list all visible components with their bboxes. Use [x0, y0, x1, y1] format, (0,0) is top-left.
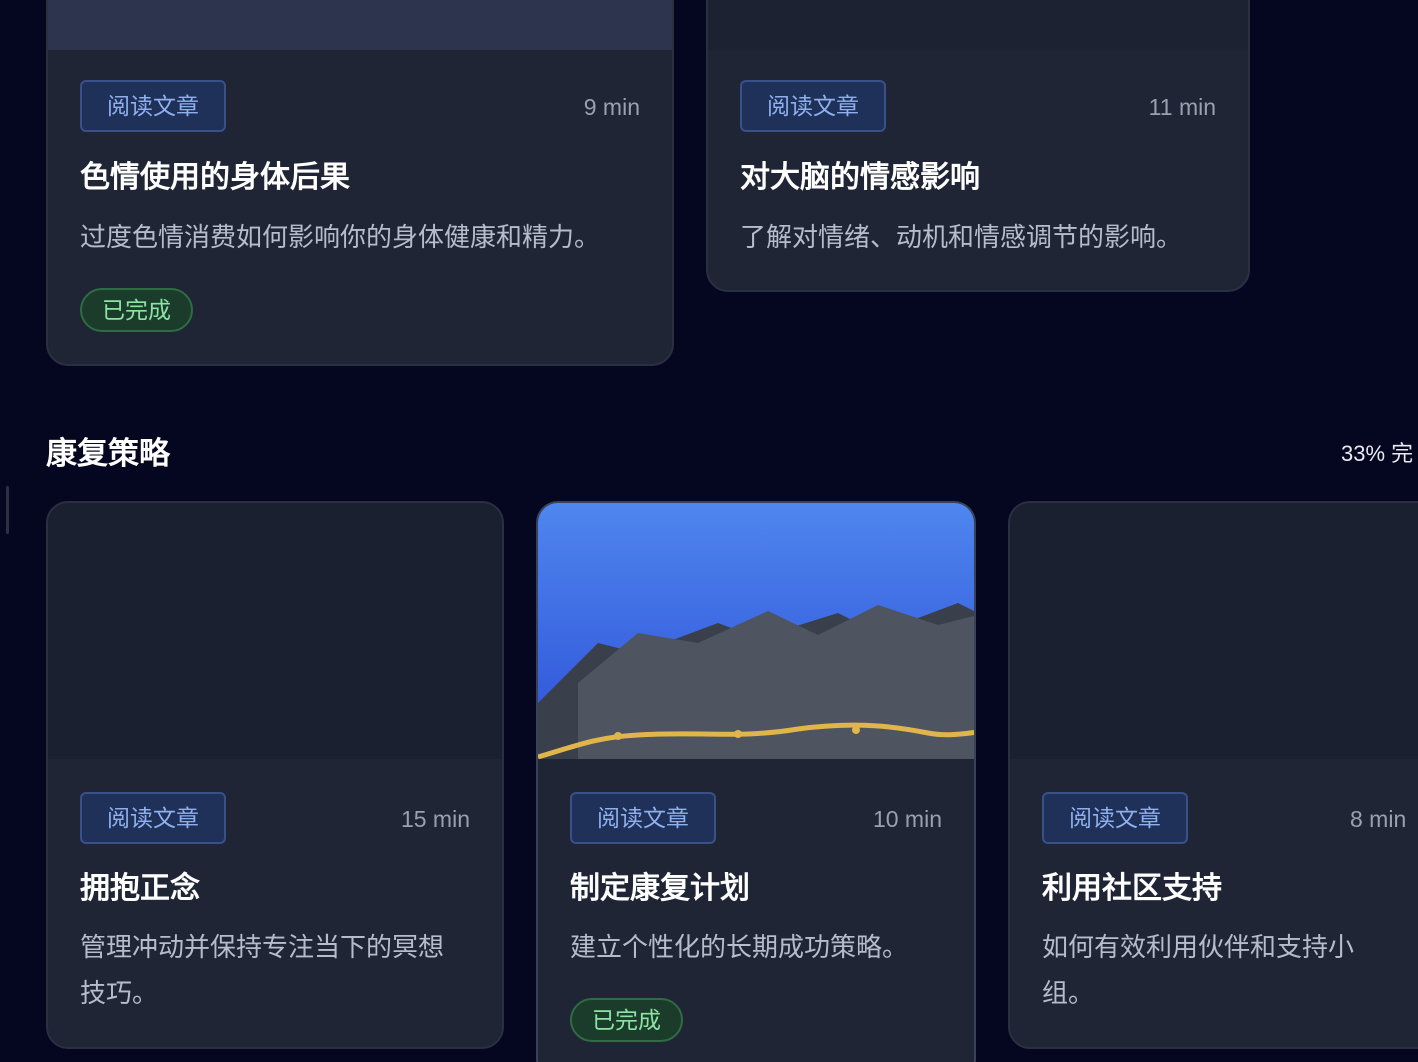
article-card[interactable]: 阅读文章 9 min 色情使用的身体后果 过度色情消费如何影响你的身体健康和精力… [46, 0, 674, 366]
section-progress: 33% 完 [1341, 441, 1414, 466]
reading-duration: 9 min [583, 94, 640, 120]
scrollbar-handle[interactable] [6, 486, 9, 534]
content-type-tag: 阅读文章 [1042, 792, 1188, 844]
article-card[interactable]: 阅读文章 10 min 制定康复计划 建立个性化的长期成功策略。 已完成 [536, 501, 976, 1062]
article-thumbnail [538, 503, 974, 759]
article-thumbnail [1010, 503, 1418, 759]
content-type-tag: 阅读文章 [80, 80, 226, 132]
milestone-dot [734, 730, 742, 738]
article-title: 色情使用的身体后果 [80, 161, 350, 194]
article-description: 管理冲动并保持专注当下的冥想技巧。 [80, 932, 445, 1008]
article-thumbnail [48, 503, 502, 759]
content-type-tag: 阅读文章 [570, 792, 716, 844]
content-type-tag: 阅读文章 [740, 80, 886, 132]
article-thumbnail [48, 0, 672, 50]
completed-badge: 已完成 [80, 288, 193, 332]
article-description: 建立个性化的长期成功策略。 [570, 932, 909, 962]
page: 阅读文章 9 min 色情使用的身体后果 过度色情消费如何影响你的身体健康和精力… [0, 0, 1418, 1062]
reading-duration: 8 min [1350, 806, 1407, 832]
article-title: 对大脑的情感影响 [740, 161, 980, 194]
article-title: 利用社区支持 [1042, 872, 1222, 905]
section-title: 康复策略 [46, 436, 170, 471]
reading-duration: 10 min [872, 806, 942, 832]
article-title: 拥抱正念 [80, 872, 200, 905]
article-description: 如何有效利用伙伴和支持小组。 [1042, 932, 1355, 1008]
article-description: 了解对情绪、动机和情感调节的影响。 [740, 222, 1183, 252]
mountain-illustration [538, 503, 974, 759]
article-card[interactable]: 阅读文章 11 min 对大脑的情感影响 了解对情绪、动机和情感调节的影响。 [706, 0, 1250, 292]
article-description: 过度色情消费如何影响你的身体健康和精力。 [80, 222, 601, 252]
article-card[interactable]: 阅读文章 8 min 利用社区支持 如何有效利用伙伴和支持小组。 [1008, 501, 1418, 1049]
reading-duration: 15 min [400, 806, 470, 832]
content-type-tag: 阅读文章 [80, 792, 226, 844]
milestone-dot [852, 726, 860, 734]
milestone-dot [614, 732, 622, 740]
completed-badge: 已完成 [570, 998, 683, 1042]
reading-duration: 11 min [1148, 94, 1216, 120]
article-card[interactable]: 阅读文章 15 min 拥抱正念 管理冲动并保持专注当下的冥想技巧。 [46, 501, 504, 1049]
article-title: 制定康复计划 [570, 872, 750, 905]
article-thumbnail [708, 0, 1248, 50]
